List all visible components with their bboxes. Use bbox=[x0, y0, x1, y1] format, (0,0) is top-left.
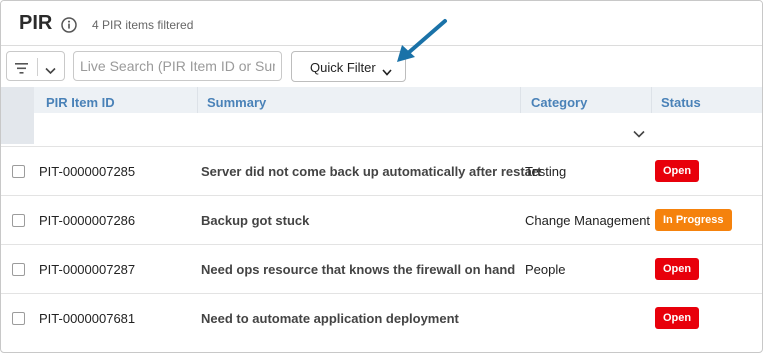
pir-summary[interactable]: Need to automate application deployment bbox=[201, 311, 459, 326]
panel-header: PIR 4 PIR items filtered bbox=[1, 1, 762, 46]
pir-panel: PIR 4 PIR items filtered Live Search (PI… bbox=[0, 0, 763, 353]
status-badge: In Progress bbox=[655, 209, 732, 231]
table-row[interactable]: PIT-0000007285 Server did not come back … bbox=[1, 146, 762, 196]
divider bbox=[651, 87, 652, 113]
divider bbox=[520, 87, 521, 113]
annotation-arrow-icon bbox=[393, 17, 451, 70]
chevron-down-icon bbox=[45, 62, 56, 80]
table-header: PIR Item ID Summary Category Status bbox=[1, 87, 762, 144]
pir-category: People bbox=[525, 262, 566, 277]
column-header-status[interactable]: Status bbox=[661, 95, 701, 110]
pir-item-id[interactable]: PIT-0000007286 bbox=[39, 213, 135, 228]
pir-item-id[interactable]: PIT-0000007285 bbox=[39, 164, 135, 179]
status-badge: Open bbox=[655, 160, 700, 182]
toolbar: Quick Filter bbox=[1, 45, 762, 88]
quick-filter-dropdown[interactable]: Quick Filter bbox=[291, 51, 406, 82]
column-filter-row bbox=[34, 113, 762, 144]
filtered-count-text: 4 PIR items filtered bbox=[92, 18, 194, 32]
table-row[interactable]: PIT-0000007286 Backup got stuck Change M… bbox=[1, 195, 762, 245]
filter-menu-button[interactable] bbox=[6, 51, 65, 81]
pir-summary[interactable]: Need ops resource that knows the firewal… bbox=[201, 262, 515, 277]
filter-lines-icon bbox=[15, 61, 28, 79]
info-circle-icon[interactable] bbox=[61, 17, 77, 33]
status-badge: Open bbox=[655, 258, 700, 280]
pir-category: Testing bbox=[525, 164, 567, 179]
row-checkbox[interactable] bbox=[12, 312, 25, 325]
pir-summary[interactable]: Backup got stuck bbox=[201, 213, 309, 228]
page-title: PIR bbox=[19, 12, 53, 34]
column-header-category[interactable]: Category bbox=[531, 95, 587, 110]
column-header-pir-item-id[interactable]: PIR Item ID bbox=[46, 95, 115, 110]
quick-filter-label: Quick Filter bbox=[310, 60, 376, 75]
status-badge: Open bbox=[655, 307, 700, 329]
pir-summary[interactable]: Server did not come back up automaticall… bbox=[201, 164, 541, 179]
pir-item-id[interactable]: PIT-0000007287 bbox=[39, 262, 135, 277]
column-header-summary[interactable]: Summary bbox=[207, 95, 266, 110]
pir-category: Change Management bbox=[525, 213, 651, 228]
row-checkbox[interactable] bbox=[12, 165, 25, 178]
select-column-header bbox=[1, 87, 34, 144]
divider bbox=[37, 58, 38, 76]
pir-item-id[interactable]: PIT-0000007681 bbox=[39, 311, 135, 326]
divider bbox=[197, 87, 198, 113]
table-row[interactable]: PIT-0000007287 Need ops resource that kn… bbox=[1, 244, 762, 294]
table-row[interactable]: PIT-0000007681 Need to automate applicat… bbox=[1, 293, 762, 343]
chevron-down-icon bbox=[382, 63, 392, 81]
row-checkbox[interactable] bbox=[12, 214, 25, 227]
category-filter-chevron-down-icon[interactable] bbox=[633, 125, 645, 143]
row-checkbox[interactable] bbox=[12, 263, 25, 276]
live-search-input[interactable] bbox=[73, 51, 282, 81]
